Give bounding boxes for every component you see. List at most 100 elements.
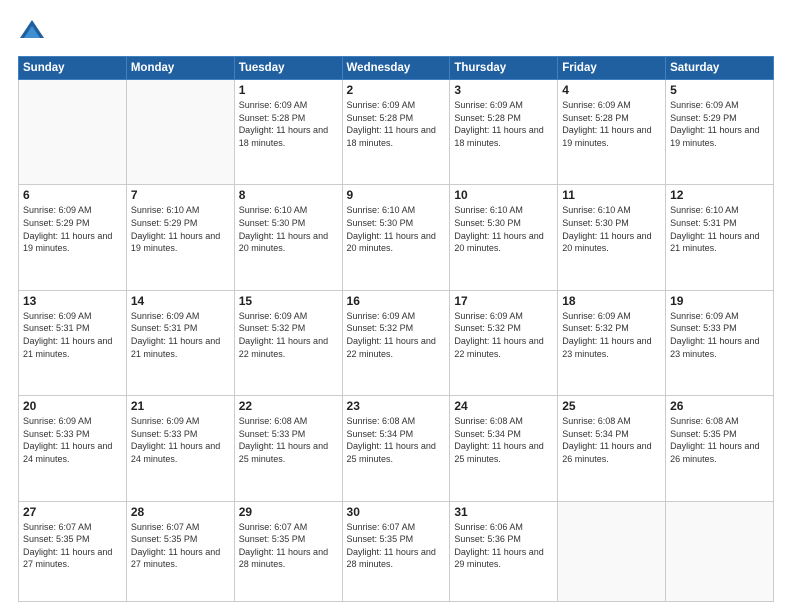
day-info: Sunrise: 6:10 AM Sunset: 5:30 PM Dayligh… <box>347 204 446 254</box>
day-info: Sunrise: 6:09 AM Sunset: 5:32 PM Dayligh… <box>562 310 661 360</box>
weekday-header-thursday: Thursday <box>450 57 558 80</box>
calendar-table: SundayMondayTuesdayWednesdayThursdayFrid… <box>18 56 774 602</box>
day-info: Sunrise: 6:08 AM Sunset: 5:34 PM Dayligh… <box>454 415 553 465</box>
day-cell: 15 Sunrise: 6:09 AM Sunset: 5:32 PM Dayli… <box>234 290 342 395</box>
week-row-3: 13 Sunrise: 6:09 AM Sunset: 5:31 PM Dayli… <box>19 290 774 395</box>
day-cell: 18 Sunrise: 6:09 AM Sunset: 5:32 PM Dayli… <box>558 290 666 395</box>
day-cell: 30 Sunrise: 6:07 AM Sunset: 5:35 PM Dayli… <box>342 501 450 601</box>
day-number: 20 <box>23 399 122 413</box>
day-info: Sunrise: 6:09 AM Sunset: 5:28 PM Dayligh… <box>239 99 338 149</box>
day-info: Sunrise: 6:07 AM Sunset: 5:35 PM Dayligh… <box>131 521 230 571</box>
day-info: Sunrise: 6:09 AM Sunset: 5:31 PM Dayligh… <box>131 310 230 360</box>
day-info: Sunrise: 6:09 AM Sunset: 5:32 PM Dayligh… <box>454 310 553 360</box>
day-number: 5 <box>670 83 769 97</box>
day-info: Sunrise: 6:09 AM Sunset: 5:28 PM Dayligh… <box>454 99 553 149</box>
day-info: Sunrise: 6:09 AM Sunset: 5:29 PM Dayligh… <box>23 204 122 254</box>
day-number: 26 <box>670 399 769 413</box>
day-number: 28 <box>131 505 230 519</box>
day-info: Sunrise: 6:09 AM Sunset: 5:33 PM Dayligh… <box>670 310 769 360</box>
day-number: 15 <box>239 294 338 308</box>
day-number: 8 <box>239 188 338 202</box>
day-number: 9 <box>347 188 446 202</box>
day-cell: 8 Sunrise: 6:10 AM Sunset: 5:30 PM Daylig… <box>234 185 342 290</box>
day-info: Sunrise: 6:07 AM Sunset: 5:35 PM Dayligh… <box>239 521 338 571</box>
day-info: Sunrise: 6:07 AM Sunset: 5:35 PM Dayligh… <box>347 521 446 571</box>
day-cell <box>126 80 234 185</box>
day-info: Sunrise: 6:10 AM Sunset: 5:30 PM Dayligh… <box>562 204 661 254</box>
day-cell: 6 Sunrise: 6:09 AM Sunset: 5:29 PM Daylig… <box>19 185 127 290</box>
day-number: 17 <box>454 294 553 308</box>
logo-icon <box>18 18 46 46</box>
day-cell: 14 Sunrise: 6:09 AM Sunset: 5:31 PM Dayli… <box>126 290 234 395</box>
day-cell: 22Sunrise: 6:08 AM Sunset: 5:33 PM Dayli… <box>234 396 342 501</box>
day-cell: 7 Sunrise: 6:10 AM Sunset: 5:29 PM Daylig… <box>126 185 234 290</box>
day-info: Sunrise: 6:10 AM Sunset: 5:30 PM Dayligh… <box>454 204 553 254</box>
day-info: Sunrise: 6:10 AM Sunset: 5:30 PM Dayligh… <box>239 204 338 254</box>
day-cell: 3 Sunrise: 6:09 AM Sunset: 5:28 PM Daylig… <box>450 80 558 185</box>
day-cell: 13 Sunrise: 6:09 AM Sunset: 5:31 PM Dayli… <box>19 290 127 395</box>
day-cell <box>558 501 666 601</box>
logo <box>18 18 50 46</box>
day-number: 4 <box>562 83 661 97</box>
day-cell: 21 Sunrise: 6:09 AM Sunset: 5:33 PM Dayli… <box>126 396 234 501</box>
day-cell: 31Sunrise: 6:06 AM Sunset: 5:36 PM Dayli… <box>450 501 558 601</box>
day-cell: 1 Sunrise: 6:09 AM Sunset: 5:28 PM Daylig… <box>234 80 342 185</box>
day-info: Sunrise: 6:08 AM Sunset: 5:34 PM Dayligh… <box>347 415 446 465</box>
day-number: 18 <box>562 294 661 308</box>
day-number: 11 <box>562 188 661 202</box>
day-number: 19 <box>670 294 769 308</box>
day-info: Sunrise: 6:07 AM Sunset: 5:35 PM Dayligh… <box>23 521 122 571</box>
day-number: 16 <box>347 294 446 308</box>
weekday-header-monday: Monday <box>126 57 234 80</box>
day-info: Sunrise: 6:06 AM Sunset: 5:36 PM Dayligh… <box>454 521 553 571</box>
day-info: Sunrise: 6:10 AM Sunset: 5:31 PM Dayligh… <box>670 204 769 254</box>
day-cell: 24 Sunrise: 6:08 AM Sunset: 5:34 PM Dayli… <box>450 396 558 501</box>
day-info: Sunrise: 6:09 AM Sunset: 5:29 PM Dayligh… <box>670 99 769 149</box>
day-number: 7 <box>131 188 230 202</box>
week-row-2: 6 Sunrise: 6:09 AM Sunset: 5:29 PM Daylig… <box>19 185 774 290</box>
day-info: Sunrise: 6:09 AM Sunset: 5:33 PM Dayligh… <box>131 415 230 465</box>
day-number: 21 <box>131 399 230 413</box>
day-cell: 11 Sunrise: 6:10 AM Sunset: 5:30 PM Dayli… <box>558 185 666 290</box>
weekday-header-friday: Friday <box>558 57 666 80</box>
day-info: Sunrise: 6:09 AM Sunset: 5:33 PM Dayligh… <box>23 415 122 465</box>
day-cell: 17 Sunrise: 6:09 AM Sunset: 5:32 PM Dayli… <box>450 290 558 395</box>
day-number: 14 <box>131 294 230 308</box>
day-info: Sunrise: 6:08 AM Sunset: 5:35 PM Dayligh… <box>670 415 769 465</box>
day-cell: 10 Sunrise: 6:10 AM Sunset: 5:30 PM Dayli… <box>450 185 558 290</box>
day-number: 13 <box>23 294 122 308</box>
day-number: 23 <box>347 399 446 413</box>
day-cell: 12 Sunrise: 6:10 AM Sunset: 5:31 PM Dayli… <box>666 185 774 290</box>
week-row-4: 20 Sunrise: 6:09 AM Sunset: 5:33 PM Dayli… <box>19 396 774 501</box>
day-cell: 23 Sunrise: 6:08 AM Sunset: 5:34 PM Dayli… <box>342 396 450 501</box>
weekday-header-row: SundayMondayTuesdayWednesdayThursdayFrid… <box>19 57 774 80</box>
day-number: 12 <box>670 188 769 202</box>
day-number: 25 <box>562 399 661 413</box>
day-cell <box>19 80 127 185</box>
day-number: 30 <box>347 505 446 519</box>
day-info: Sunrise: 6:09 AM Sunset: 5:28 PM Dayligh… <box>347 99 446 149</box>
day-cell: 5 Sunrise: 6:09 AM Sunset: 5:29 PM Daylig… <box>666 80 774 185</box>
day-info: Sunrise: 6:10 AM Sunset: 5:29 PM Dayligh… <box>131 204 230 254</box>
day-cell: 28 Sunrise: 6:07 AM Sunset: 5:35 PM Dayli… <box>126 501 234 601</box>
day-number: 1 <box>239 83 338 97</box>
day-number: 6 <box>23 188 122 202</box>
day-info: Sunrise: 6:09 AM Sunset: 5:31 PM Dayligh… <box>23 310 122 360</box>
week-row-1: 1 Sunrise: 6:09 AM Sunset: 5:28 PM Daylig… <box>19 80 774 185</box>
day-number: 29 <box>239 505 338 519</box>
day-number: 3 <box>454 83 553 97</box>
day-cell: 2Sunrise: 6:09 AM Sunset: 5:28 PM Daylig… <box>342 80 450 185</box>
day-info: Sunrise: 6:08 AM Sunset: 5:34 PM Dayligh… <box>562 415 661 465</box>
day-number: 10 <box>454 188 553 202</box>
day-info: Sunrise: 6:09 AM Sunset: 5:32 PM Dayligh… <box>239 310 338 360</box>
day-cell: 26 Sunrise: 6:08 AM Sunset: 5:35 PM Dayli… <box>666 396 774 501</box>
day-number: 24 <box>454 399 553 413</box>
day-cell: 27 Sunrise: 6:07 AM Sunset: 5:35 PM Dayli… <box>19 501 127 601</box>
day-cell: 16Sunrise: 6:09 AM Sunset: 5:32 PM Dayli… <box>342 290 450 395</box>
day-number: 22 <box>239 399 338 413</box>
weekday-header-saturday: Saturday <box>666 57 774 80</box>
day-cell: 9 Sunrise: 6:10 AM Sunset: 5:30 PM Daylig… <box>342 185 450 290</box>
header <box>18 18 774 46</box>
page: SundayMondayTuesdayWednesdayThursdayFrid… <box>0 0 792 612</box>
day-number: 27 <box>23 505 122 519</box>
